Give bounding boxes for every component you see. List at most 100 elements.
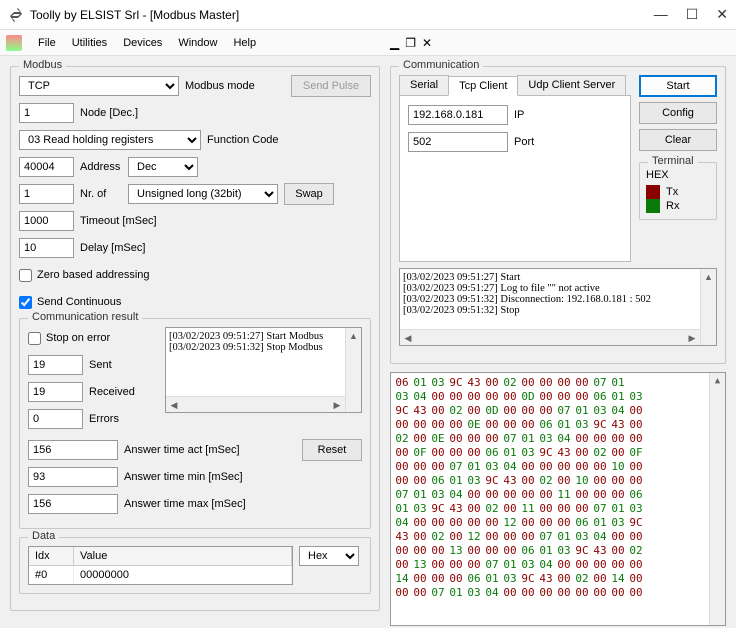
- hex-byte: 00: [609, 474, 627, 488]
- menu-file[interactable]: File: [38, 37, 56, 49]
- answer-act-input[interactable]: [28, 440, 118, 460]
- datatype-select[interactable]: Unsigned long (32bit): [128, 184, 278, 204]
- hex-byte: 00: [573, 432, 591, 446]
- hex-byte: 13: [411, 558, 429, 572]
- menu-devices[interactable]: Devices: [123, 37, 162, 49]
- send-continuous-checkbox[interactable]: [19, 296, 32, 309]
- minimize-button[interactable]: —: [654, 6, 668, 23]
- hex-byte: 00: [447, 516, 465, 530]
- config-button[interactable]: Config: [639, 102, 717, 124]
- hex-terminal-view[interactable]: ▲ 0601039C430002000000000701030400000000…: [390, 372, 726, 626]
- commresult-log[interactable]: [03/02/2023 09:51:27] Start Modbus [03/0…: [165, 327, 362, 413]
- start-button[interactable]: Start: [639, 75, 717, 97]
- hex-byte: 02: [537, 474, 555, 488]
- menu-window[interactable]: Window: [178, 37, 217, 49]
- mdi-restore-icon[interactable]: ❐: [405, 36, 416, 50]
- close-button[interactable]: ✕: [716, 6, 728, 23]
- tab-tcp-client[interactable]: Tcp Client: [448, 76, 518, 96]
- hex-byte: 07: [483, 558, 501, 572]
- send-pulse-button[interactable]: Send Pulse: [291, 75, 371, 97]
- hex-byte: 00: [627, 404, 645, 418]
- hex-byte: 00: [393, 460, 411, 474]
- address-format-select[interactable]: Dec: [128, 157, 198, 177]
- modbus-mode-select[interactable]: TCP: [19, 76, 179, 96]
- hex-byte: 04: [591, 530, 609, 544]
- hex-byte: 01: [411, 488, 429, 502]
- hex-byte: 00: [609, 558, 627, 572]
- hex-byte: 07: [537, 530, 555, 544]
- hex-byte: 02: [573, 572, 591, 586]
- hex-byte: 03: [609, 516, 627, 530]
- hex-byte: 00: [447, 530, 465, 544]
- ip-input[interactable]: [408, 105, 508, 125]
- hex-byte: 00: [465, 488, 483, 502]
- hex-byte: 00: [555, 460, 573, 474]
- data-table[interactable]: IdxValue #000000000: [28, 546, 293, 585]
- hex-byte: 0E: [429, 432, 447, 446]
- answer-min-input[interactable]: [28, 467, 118, 487]
- hex-byte: 07: [429, 586, 447, 600]
- menu-utilities[interactable]: Utilities: [72, 37, 107, 49]
- hex-byte: 07: [555, 404, 573, 418]
- mdi-minimize-icon[interactable]: ▁: [390, 36, 399, 50]
- hex-byte: 00: [483, 530, 501, 544]
- stop-on-error-checkbox[interactable]: [28, 332, 41, 345]
- scrollbar-horizontal[interactable]: ◀▶: [400, 329, 700, 345]
- log-line: [03/02/2023 09:51:27] Start Modbus: [169, 331, 358, 342]
- errors-input[interactable]: [28, 409, 83, 429]
- node-input[interactable]: [19, 103, 74, 123]
- scrollbar-horizontal[interactable]: ◀▶: [166, 396, 345, 412]
- nrof-input[interactable]: [19, 184, 74, 204]
- tab-udp[interactable]: Udp Client Server: [517, 75, 626, 95]
- hex-byte: 00: [537, 390, 555, 404]
- hex-byte: 00: [501, 502, 519, 516]
- communication-log[interactable]: [03/02/2023 09:51:27] Start [03/02/2023 …: [399, 268, 717, 346]
- answer-max-input[interactable]: [28, 494, 118, 514]
- hex-byte: 01: [555, 530, 573, 544]
- maximize-button[interactable]: ☐: [686, 6, 699, 23]
- mdi-close-icon[interactable]: ✕: [422, 36, 432, 50]
- hex-byte: 00: [465, 404, 483, 418]
- hex-line: 0000000701030400000000001000: [393, 460, 723, 474]
- hex-byte: 03: [519, 446, 537, 460]
- timeout-input[interactable]: [19, 211, 74, 231]
- hex-byte: 0F: [627, 446, 645, 460]
- commresult-group: Communication result Stop on error Sent …: [19, 318, 371, 529]
- scrollbar-vertical[interactable]: ▲: [709, 373, 725, 625]
- port-input[interactable]: [408, 132, 508, 152]
- hex-line: 4300020012000000070103040000: [393, 530, 723, 544]
- clear-button[interactable]: Clear: [639, 129, 717, 151]
- hex-byte: 00: [393, 544, 411, 558]
- hex-byte: 00: [393, 558, 411, 572]
- data-format-select[interactable]: Hex: [299, 546, 359, 566]
- communication-group: Communication Serial Tcp Client Udp Clie…: [390, 66, 726, 364]
- hex-byte: 00: [465, 432, 483, 446]
- menu-help[interactable]: Help: [233, 37, 256, 49]
- scrollbar-vertical[interactable]: ▲: [700, 269, 716, 345]
- hex-byte: 00: [609, 530, 627, 544]
- hex-byte: 00: [447, 418, 465, 432]
- delay-input[interactable]: [19, 238, 74, 258]
- hex-byte: 13: [447, 544, 465, 558]
- address-input[interactable]: [19, 157, 74, 177]
- hex-byte: 43: [447, 502, 465, 516]
- hex-byte: 00: [609, 586, 627, 600]
- reset-button[interactable]: Reset: [302, 439, 362, 461]
- function-code-select[interactable]: 03 Read holding registers: [19, 130, 201, 150]
- hex-byte: 10: [573, 474, 591, 488]
- swap-button[interactable]: Swap: [284, 183, 334, 205]
- tab-serial[interactable]: Serial: [399, 75, 449, 95]
- terminal-tx-legend: Tx: [646, 185, 710, 199]
- hex-byte: 00: [411, 586, 429, 600]
- hex-byte: 00: [501, 404, 519, 418]
- scrollbar-vertical[interactable]: ▲: [345, 328, 361, 412]
- zero-based-checkbox[interactable]: [19, 269, 32, 282]
- received-input[interactable]: [28, 382, 83, 402]
- hex-byte: 00: [537, 460, 555, 474]
- hex-byte: 03: [555, 544, 573, 558]
- modbus-legend: Modbus: [19, 59, 66, 71]
- hex-byte: 00: [393, 446, 411, 460]
- hex-line: 00000601039C4300020010000000: [393, 474, 723, 488]
- sent-input[interactable]: [28, 355, 83, 375]
- hex-byte: 00: [393, 586, 411, 600]
